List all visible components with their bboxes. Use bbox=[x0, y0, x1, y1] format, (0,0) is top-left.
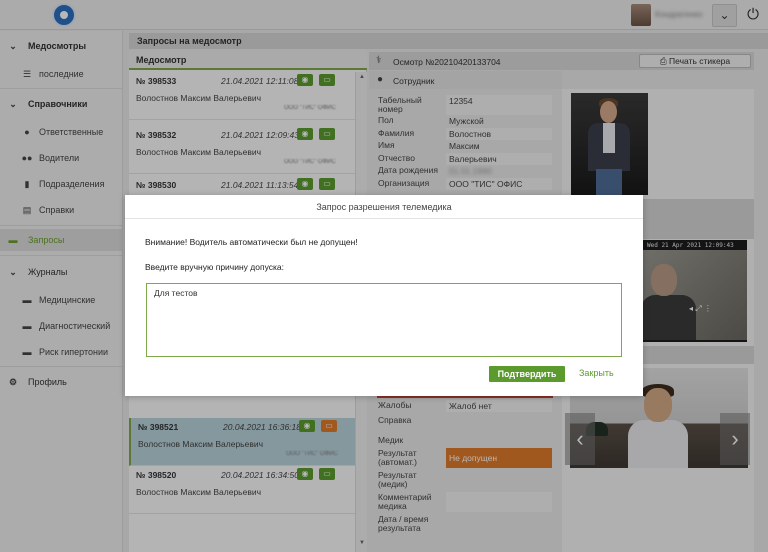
dialog-prompt: Введите вручную причину допуска: bbox=[145, 262, 284, 272]
confirm-button[interactable]: Подтвердить bbox=[489, 366, 565, 382]
reason-textarea[interactable]: Для тестов bbox=[146, 283, 622, 357]
dialog-title: Запрос разрешения телемедика bbox=[125, 195, 643, 219]
dialog-warning: Внимание! Водитель автоматически был не … bbox=[145, 237, 358, 247]
close-button[interactable]: Закрыть bbox=[579, 368, 614, 378]
telemedic-permission-dialog: Запрос разрешения телемедика Внимание! В… bbox=[125, 195, 643, 396]
